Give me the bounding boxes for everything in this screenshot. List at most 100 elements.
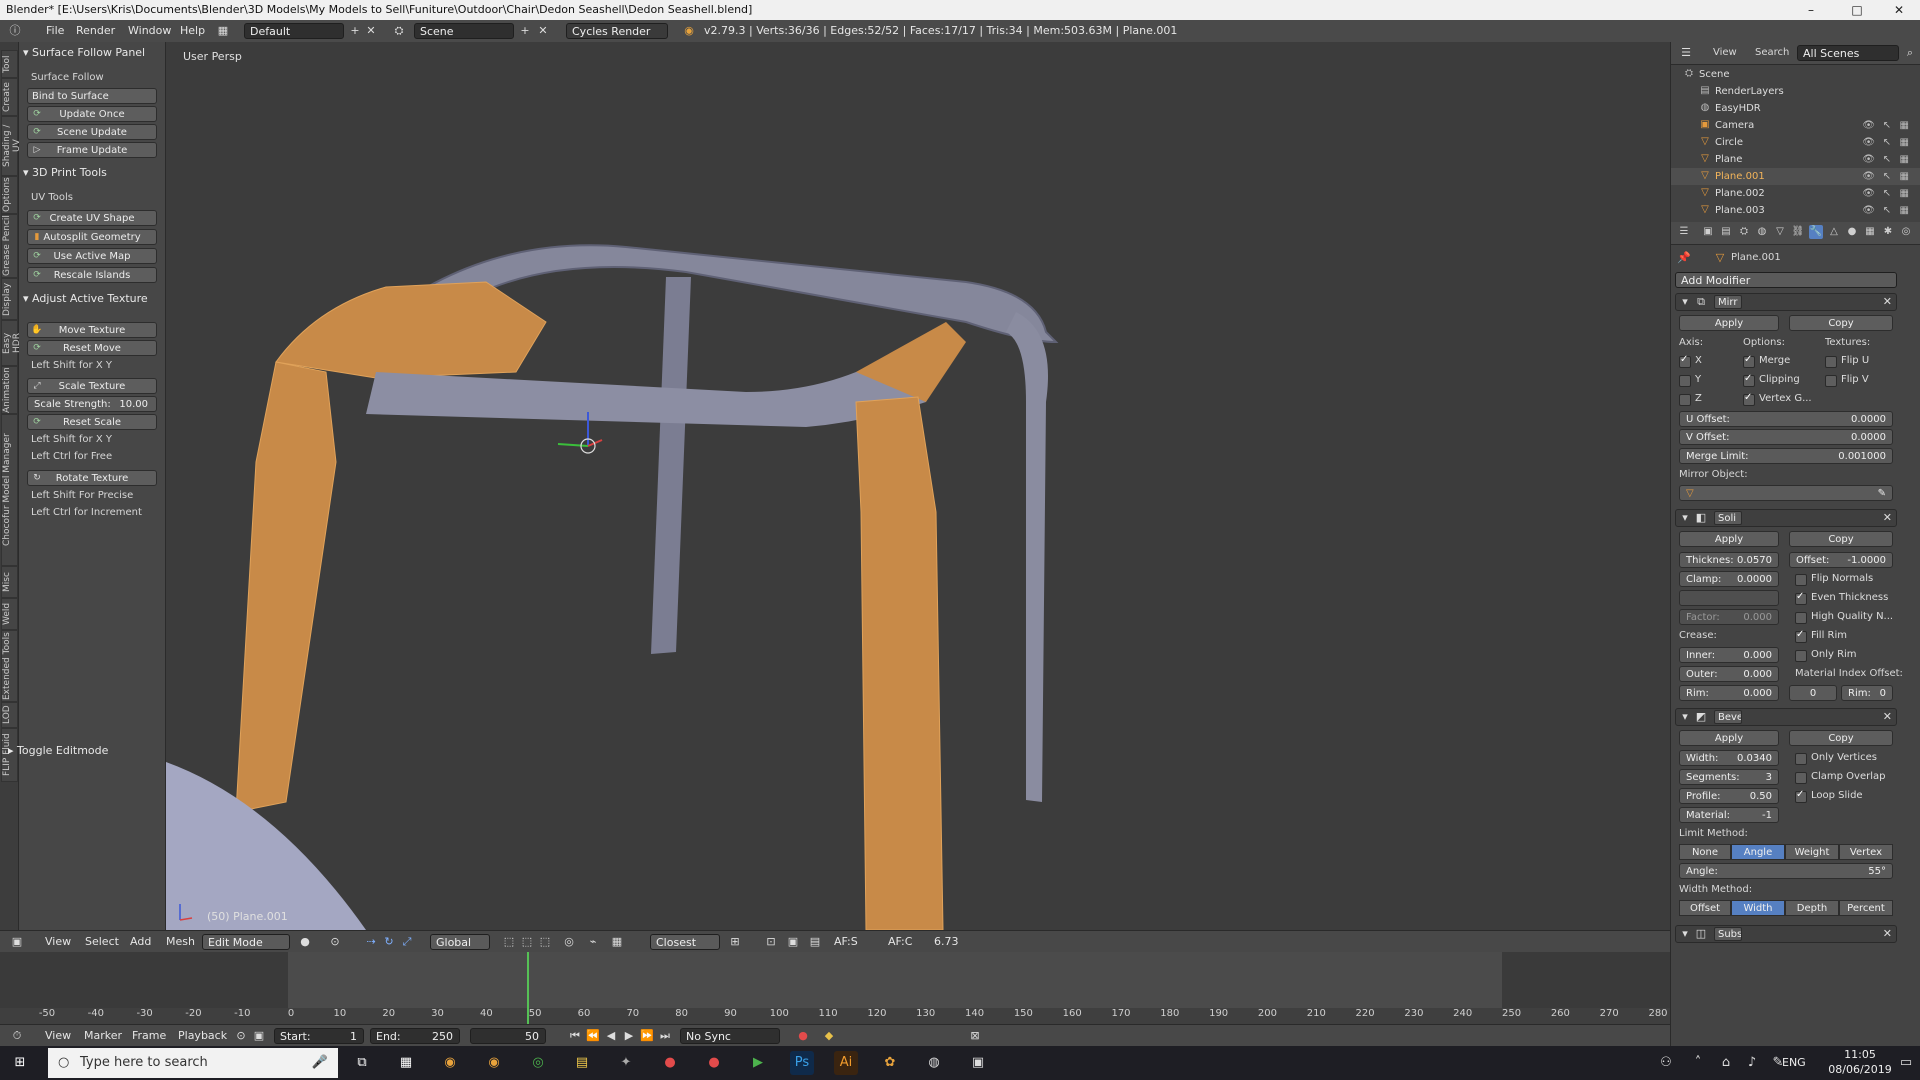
translate-icon[interactable]: ⇢: [362, 934, 380, 950]
tab-weld[interactable]: Weld: [1, 598, 18, 630]
display-mode-select[interactable]: All Scenes: [1797, 45, 1899, 61]
modifiers-tab-icon[interactable]: 🔧: [1809, 225, 1823, 239]
scene-update-button[interactable]: ⟳ Scene Update: [27, 124, 157, 140]
pin-icon[interactable]: 📌: [1675, 250, 1693, 266]
limit-none-option[interactable]: None: [1679, 844, 1731, 860]
tab-chocofur[interactable]: Chocofur Model Manager: [1, 414, 18, 566]
solidify-copy-button[interactable]: Copy: [1789, 531, 1893, 547]
clamp-overlap-checkbox[interactable]: Clamp Overlap: [1795, 769, 1885, 785]
outliner-row-easyhdr[interactable]: ◍ EasyHDR: [1671, 100, 1920, 117]
keyframe-remove-icon[interactable]: ⊠: [966, 1028, 984, 1044]
render-camera-icon[interactable]: ▦: [1900, 151, 1909, 168]
frame-update-button[interactable]: ▷ Frame Update: [27, 142, 157, 158]
task-view-icon[interactable]: ⧉: [350, 1051, 374, 1075]
end-frame-field[interactable]: End: 250: [370, 1028, 460, 1044]
preview-range-icon[interactable]: ⊙: [232, 1028, 250, 1044]
subsurf-modifier-header[interactable]: ▾ ◫ Subs ✕: [1675, 925, 1897, 943]
bind-to-surface-button[interactable]: Bind to Surface: [27, 88, 157, 104]
people-icon[interactable]: ⚇: [1654, 1051, 1678, 1075]
limit-vertex-group-option[interactable]: Vertex G...: [1839, 844, 1893, 874]
clamp-field[interactable]: Clamp: 0.0000: [1679, 571, 1779, 587]
panel-3d-print-header[interactable]: ▾ 3D Print Tools: [23, 164, 107, 182]
only-rim-checkbox[interactable]: Only Rim: [1795, 647, 1857, 663]
jump-end-icon[interactable]: ⏭: [656, 1028, 674, 1044]
width-offset-option[interactable]: Offset: [1679, 900, 1731, 916]
current-frame-cursor[interactable]: [527, 952, 529, 1024]
render-engine-select[interactable]: Cycles Render: [566, 23, 668, 39]
menu-marker[interactable]: Marker: [84, 1028, 122, 1044]
close-button[interactable]: ✕: [1876, 0, 1920, 20]
mirror-copy-button[interactable]: Copy: [1789, 315, 1893, 331]
select-arrow-icon[interactable]: ↖: [1883, 151, 1891, 168]
menu-view[interactable]: View: [45, 1028, 71, 1044]
app-icon[interactable]: ✦: [614, 1051, 638, 1075]
menu-file[interactable]: File: [46, 23, 64, 39]
outliner-row-renderlayers[interactable]: ▤ RenderLayers: [1671, 83, 1920, 100]
illustrator-icon[interactable]: Ai: [834, 1051, 858, 1075]
outliner-row-plane-002[interactable]: ▽ Plane.002 👁 ↖ ▦: [1671, 185, 1920, 202]
bevel-modifier-header[interactable]: ▾ ◩ Beve ✕: [1675, 708, 1897, 726]
menu-add[interactable]: Add: [130, 934, 151, 950]
volume-icon[interactable]: ♪: [1740, 1051, 1764, 1075]
width-depth-option[interactable]: Depth: [1785, 900, 1839, 916]
microphone-icon[interactable]: 🎤: [312, 1048, 328, 1078]
record-icon[interactable]: ●: [794, 1028, 812, 1044]
notifications-icon[interactable]: ▭: [1894, 1051, 1918, 1075]
segments-field[interactable]: Segments: 3: [1679, 769, 1779, 785]
menu-view[interactable]: View: [1713, 45, 1737, 61]
reset-move-button[interactable]: ⟳ Reset Move: [27, 340, 157, 356]
mirror-y-checkbox[interactable]: Y: [1679, 372, 1701, 388]
create-uv-shape-button[interactable]: ⟳ Create UV Shape: [27, 210, 157, 226]
material-rim-field[interactable]: Rim: 0: [1841, 685, 1893, 701]
flip-v-checkbox[interactable]: Flip V: [1825, 372, 1869, 388]
bevel-width-field[interactable]: Width: 0.0340: [1679, 750, 1779, 766]
select-arrow-icon[interactable]: ↖: [1883, 202, 1891, 219]
mode-selector[interactable]: Edit Mode: [202, 934, 290, 950]
jump-start-icon[interactable]: ⏮: [566, 1028, 584, 1044]
even-thickness-checkbox[interactable]: Even Thickness: [1795, 589, 1888, 606]
visibility-eye-icon[interactable]: 👁: [1862, 202, 1875, 219]
tab-misc[interactable]: Misc: [1, 566, 18, 598]
vertex-select-icon[interactable]: ⬚: [500, 934, 518, 950]
remove-modifier-icon[interactable]: ✕: [1883, 926, 1892, 942]
blender-alt-icon[interactable]: ◉: [482, 1051, 506, 1075]
3d-viewport[interactable]: User Persp (50) Plane.001: [166, 42, 1670, 930]
bevel-material-field[interactable]: Material: -1: [1679, 807, 1779, 823]
layers-tab-icon[interactable]: ▤: [1719, 225, 1733, 239]
physics-tab-icon[interactable]: ◎: [1899, 225, 1913, 239]
menu-view[interactable]: View: [45, 934, 71, 950]
modifier-name-field[interactable]: Mirr: [1714, 295, 1742, 309]
panel-surface-follow-header[interactable]: ▾ Surface Follow Panel: [23, 44, 145, 62]
minimize-button[interactable]: –: [1788, 0, 1834, 20]
clock-time[interactable]: 11:05: [1830, 1048, 1890, 1061]
only-vertices-checkbox[interactable]: Only Vertices: [1795, 750, 1877, 766]
outliner-row-circle[interactable]: ▽ Circle 👁 ↖ ▦: [1671, 134, 1920, 151]
rotate-texture-button[interactable]: ↻ Rotate Texture: [27, 470, 157, 486]
layout-grid-icon[interactable]: ▦: [214, 23, 232, 39]
language-indicator[interactable]: ENG: [1782, 1056, 1806, 1069]
tab-options[interactable]: Options: [1, 176, 18, 214]
select-arrow-icon[interactable]: ↖: [1883, 134, 1891, 151]
limit-weight-option[interactable]: Weight: [1785, 844, 1839, 860]
eyedropper-icon[interactable]: ✎: [1878, 486, 1886, 502]
width-percent-option[interactable]: Percent: [1839, 900, 1893, 916]
af-c-toggle[interactable]: AF:C: [888, 934, 912, 950]
u-offset-field[interactable]: U Offset: 0.0000: [1679, 411, 1893, 427]
scene-tab-icon[interactable]: ⛭: [1737, 225, 1751, 239]
file-explorer-icon[interactable]: ▤: [570, 1051, 594, 1075]
editor-type-icon[interactable]: ⏱: [8, 1028, 26, 1044]
menu-mesh[interactable]: Mesh: [166, 934, 195, 950]
add-modifier-select[interactable]: Add Modifier: [1675, 272, 1897, 288]
pivot-icon[interactable]: ⊙: [326, 934, 344, 950]
snap-element-icon[interactable]: ▦: [608, 934, 626, 950]
play-icon[interactable]: ▶: [620, 1028, 638, 1044]
vertex-group-field[interactable]: [1679, 590, 1779, 606]
render-preview-icon[interactable]: ▣: [784, 934, 802, 950]
visibility-eye-icon[interactable]: 👁: [1862, 185, 1875, 202]
modifier-name-field[interactable]: Beve: [1714, 710, 1742, 724]
editor-type-icon[interactable]: ▣: [8, 934, 26, 950]
factor-field[interactable]: Factor: 0.000: [1679, 609, 1779, 625]
menu-window[interactable]: Window: [128, 23, 171, 39]
fill-rim-checkbox[interactable]: Fill Rim: [1795, 627, 1847, 644]
tab-display[interactable]: Display: [1, 278, 18, 320]
